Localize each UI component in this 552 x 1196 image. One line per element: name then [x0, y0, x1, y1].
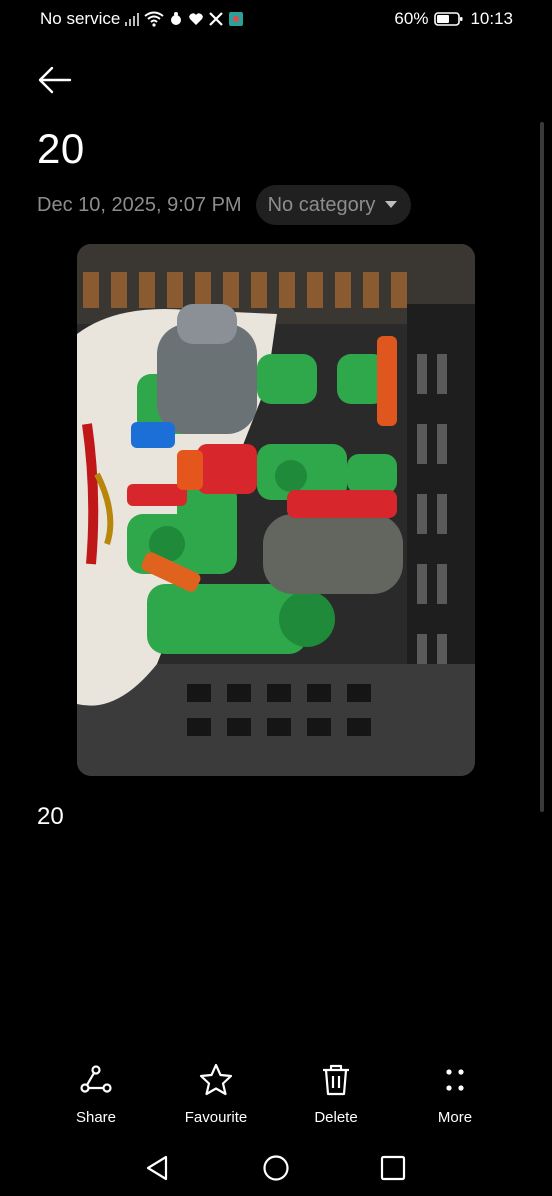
- scrollbar[interactable]: [540, 122, 544, 812]
- caret-down-icon: [385, 201, 398, 208]
- trash-icon: [323, 1064, 349, 1096]
- crate-photo: [77, 244, 475, 776]
- note-meta: Dec 10, 2025, 9:07 PM No category: [37, 185, 412, 225]
- signal-icon: [125, 13, 140, 26]
- status-bar: No service 60% 10:13: [0, 0, 552, 38]
- share-label: Share: [75, 1109, 117, 1126]
- battery-percent: 60%: [394, 9, 429, 28]
- status-right: 60% 10:13: [394, 9, 513, 29]
- note-body[interactable]: 20: [37, 803, 64, 831]
- app-badge-icon: [229, 12, 244, 26]
- app-notification-icon: [171, 12, 182, 25]
- delete-button[interactable]: Delete: [286, 1062, 386, 1126]
- clock: 10:13: [470, 9, 513, 28]
- heart-icon: [189, 13, 204, 25]
- more-button[interactable]: More: [405, 1062, 505, 1126]
- favourite-button[interactable]: Favourite: [166, 1062, 266, 1126]
- carrier-text: No service: [40, 9, 121, 28]
- status-left: No service: [40, 9, 244, 29]
- category-label: No category: [267, 193, 376, 216]
- more-dots-icon: [446, 1069, 464, 1091]
- action-bar: Share Favourite Delete More: [0, 1062, 552, 1132]
- nav-back-icon[interactable]: [142, 1152, 174, 1184]
- star-icon: [199, 1063, 233, 1096]
- back-button[interactable]: [36, 62, 76, 98]
- delete-label: Delete: [314, 1109, 358, 1126]
- note-date: Dec 10, 2025, 9:07 PM: [37, 193, 242, 216]
- arrow-left-icon: [38, 66, 72, 94]
- share-icon: [80, 1065, 112, 1093]
- category-dropdown[interactable]: No category: [255, 185, 412, 225]
- nav-recents-icon[interactable]: [377, 1152, 409, 1184]
- x-icon: [209, 12, 224, 26]
- favourite-label: Favourite: [184, 1109, 248, 1126]
- battery-icon: [434, 12, 463, 26]
- note-image[interactable]: [77, 244, 475, 776]
- more-label: More: [437, 1109, 473, 1126]
- wifi-icon: [144, 11, 164, 27]
- share-button[interactable]: Share: [46, 1062, 146, 1126]
- nav-home-icon[interactable]: [260, 1152, 292, 1184]
- system-nav-bar: [0, 1140, 552, 1196]
- note-title[interactable]: 20: [37, 125, 85, 173]
